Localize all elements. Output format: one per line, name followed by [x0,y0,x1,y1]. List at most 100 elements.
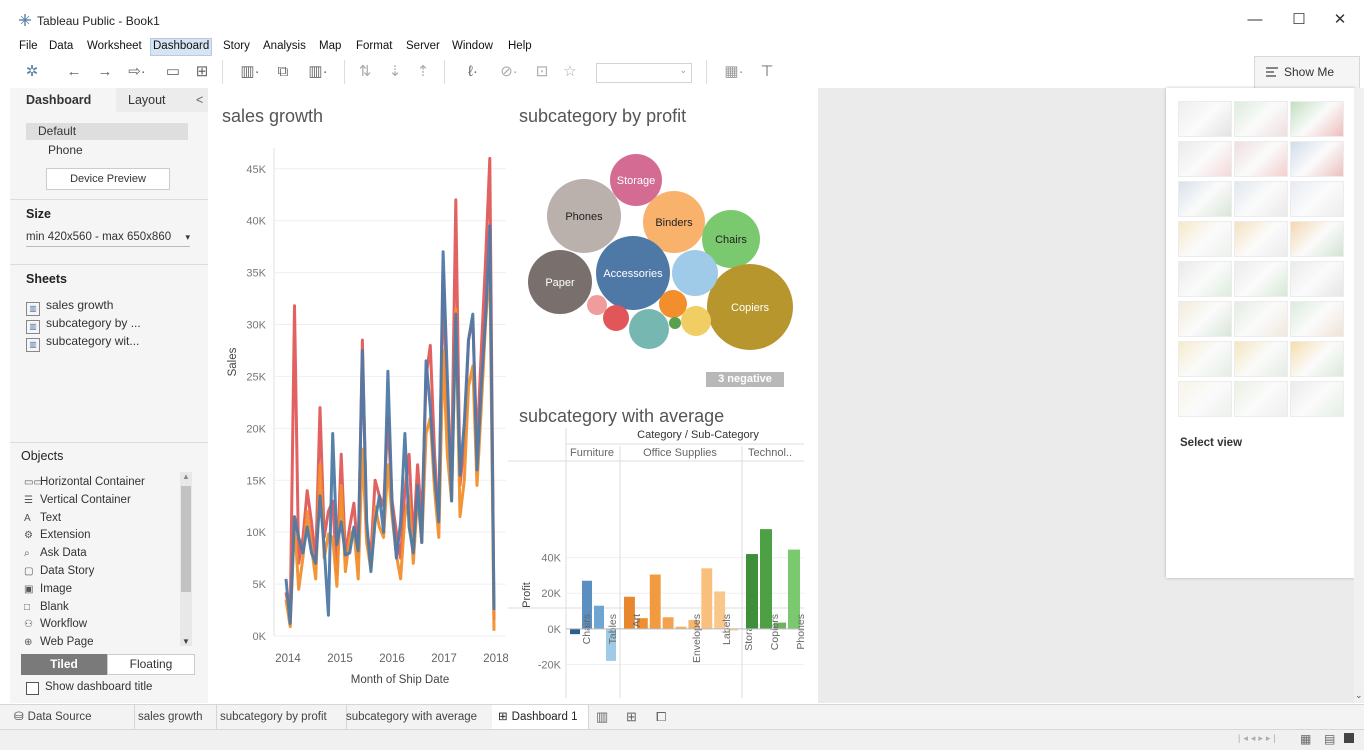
tab-subcategory-with-average[interactable]: subcategory with average [340,705,495,730]
chart-type-thumbnail[interactable] [1234,221,1288,257]
chart-type-thumbnail[interactable] [1234,181,1288,217]
device-preview-button[interactable]: Device Preview [46,168,170,190]
chart-type-thumbnail[interactable] [1234,101,1288,137]
save-icon[interactable]: ▭ [164,62,182,82]
device-default[interactable]: Default [26,123,188,140]
highlight-icon[interactable]: ℓ· [458,62,488,82]
undo-icon[interactable]: ← [64,62,84,82]
size-dropdown[interactable]: min 420x560 - max 650x860 ▾ [26,228,190,247]
bar[interactable] [570,628,580,635]
chart-type-thumbnail[interactable] [1290,141,1344,177]
swap-icon[interactable]: ⇅ [354,62,376,82]
scroll-up-icon[interactable]: ▲ [182,472,190,481]
bubble[interactable] [659,290,687,318]
close-button[interactable]: ✕ [1325,10,1355,30]
menu-window[interactable]: Window [450,38,495,54]
chart-type-thumbnail[interactable] [1290,341,1344,377]
bar[interactable] [649,574,661,629]
duplicate-icon[interactable]: ⧉ [272,62,294,82]
sales-growth-chart[interactable]: 0K 5K 10K 15K 20K 25K 30K 35K 40K 45K 2014 2015 2016… [208,128,508,703]
chart-type-thumbnail[interactable] [1178,141,1232,177]
bubble[interactable] [629,309,669,349]
object-item[interactable]: ⌕ Ask Data [24,544,87,562]
clear-sheet-icon[interactable]: ▥· [300,62,336,82]
scroll-down-icon[interactable]: ⌄ [1355,690,1363,701]
chart-type-thumbnail[interactable] [1178,381,1232,417]
profit-bar-chart[interactable]: Category / Sub-Category -20K 0K 20K 40K Profi… [508,428,818,698]
object-item[interactable]: ⊕ Web Page [24,633,94,651]
chart-type-thumbnail[interactable] [1178,301,1232,337]
object-item[interactable]: A Text [24,509,61,527]
group-icon[interactable]: ⊘· [494,62,524,82]
filmstrip-icon[interactable]: ▤ [1324,732,1335,746]
menu-worksheet[interactable]: Worksheet [85,38,144,54]
sort-asc-icon[interactable]: ⇣ [384,62,406,82]
menu-data[interactable]: Data [47,38,75,54]
menu-help[interactable]: Help [506,38,534,54]
negative-badge[interactable]: 3 negative [706,372,784,387]
chart-type-thumbnail[interactable] [1234,381,1288,417]
redo-icon[interactable]: → [95,62,115,82]
object-item[interactable]: □ Blank [24,598,69,616]
fit-dropdown[interactable]: ⌄ [596,63,692,83]
menu-story[interactable]: Story [221,38,252,54]
bar[interactable] [760,529,772,629]
device-phone[interactable]: Phone [48,143,83,157]
object-item[interactable]: ▢ Data Story [24,562,94,580]
bubble-chart[interactable]: Storage Phones Binders Chairs Paper Accessori… [508,128,818,393]
show-cards-icon[interactable]: ▦· [716,62,752,82]
label-icon[interactable]: ⊡ [532,62,552,82]
object-item[interactable]: ▣ Image [24,580,72,598]
sort-desc-icon[interactable]: ⇡ [412,62,434,82]
collapse-icon[interactable]: < [196,88,203,112]
new-dashboard-icon[interactable]: ⊞ [626,709,637,725]
chart-type-thumbnail[interactable] [1178,261,1232,297]
sheet-item-subcategory-by[interactable]: ▥ subcategory by ... [26,314,141,334]
show-title-checkbox[interactable] [26,682,39,695]
chart-type-thumbnail[interactable] [1234,141,1288,177]
chart-type-thumbnail[interactable] [1178,101,1232,137]
chart-type-thumbnail[interactable] [1178,221,1232,257]
sheet-sorter-icon[interactable]: ▦ [1300,732,1311,746]
tab-subcategory-by-profit[interactable]: subcategory by profit [214,705,347,730]
replay-icon[interactable]: ⇨· [122,62,152,82]
sheet-item-subcategory-with[interactable]: ▥ subcategory wit... [26,332,139,352]
floating-button[interactable]: Floating [107,654,195,675]
chart-type-thumbnail[interactable] [1234,341,1288,377]
bar[interactable] [594,605,604,629]
menu-file[interactable]: File [17,38,40,54]
fix-axes-icon[interactable]: ☆ [560,62,580,82]
bubble[interactable] [603,305,629,331]
menu-analysis[interactable]: Analysis [261,38,308,54]
bar[interactable] [746,554,758,629]
tab-data-source[interactable]: ⛁ Data Source [8,705,135,730]
tab-dashboard-1[interactable]: ⊞ Dashboard 1 [492,705,589,730]
chart-type-thumbnail[interactable] [1290,261,1344,297]
show-me-button[interactable]: Show Me [1254,56,1360,89]
sheet-item-sales-growth[interactable]: ▥ sales growth [26,296,113,316]
chart-type-thumbnail[interactable] [1290,101,1344,137]
bar[interactable] [662,617,674,629]
new-story-icon[interactable]: ⧠ [656,709,666,725]
minimize-button[interactable]: — [1240,10,1270,30]
object-item[interactable]: ☰ Vertical Container [24,491,131,509]
menu-server[interactable]: Server [404,38,442,54]
objects-scrollbar[interactable]: ▲ ▼ [180,472,192,646]
scroll-down-icon[interactable]: ▼ [182,637,190,646]
tab-sales-growth[interactable]: sales growth [132,705,217,730]
new-worksheet-icon[interactable]: ▥ [596,709,608,725]
presentation-icon[interactable]: ⊤ [756,62,778,82]
chart-type-thumbnail[interactable] [1178,341,1232,377]
maximize-button[interactable]: ☐ [1284,10,1314,30]
vertical-scrollbar[interactable]: ⌄ [1354,88,1364,703]
new-datasource-icon[interactable]: ⊞ [192,62,212,82]
new-worksheet-icon[interactable]: ▥· [232,62,268,82]
object-item[interactable]: ⚙ Extension [24,526,91,544]
menu-dashboard[interactable]: Dashboard [150,38,213,56]
tab-dashboard[interactable]: Dashboard [10,88,116,114]
tiled-button[interactable]: Tiled [21,654,107,675]
object-item[interactable]: ▭▭Horizontal Container [24,473,145,491]
bubble[interactable] [681,306,711,336]
object-item[interactable]: ⚇ Workflow [24,615,87,633]
chart-type-thumbnail[interactable] [1290,301,1344,337]
